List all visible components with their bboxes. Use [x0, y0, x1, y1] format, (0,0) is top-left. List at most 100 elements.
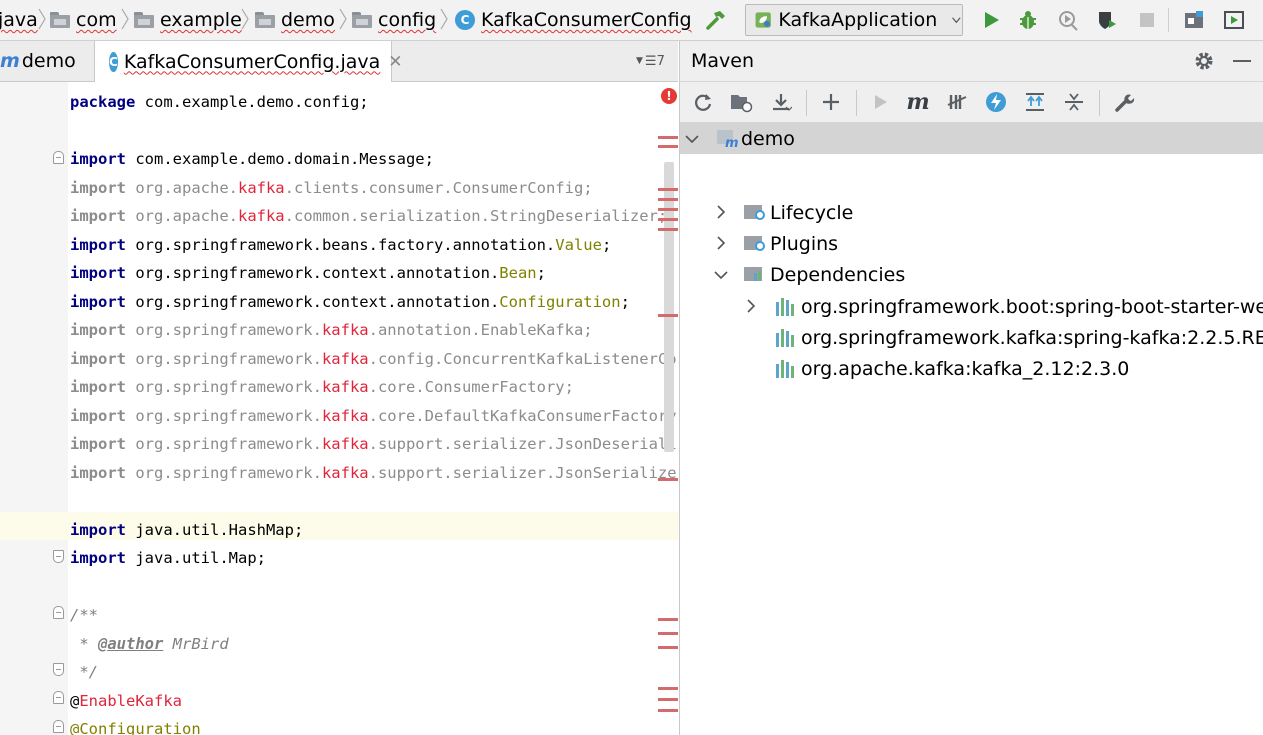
project-structure-icon	[1185, 11, 1203, 28]
module-icon: m	[0, 50, 20, 72]
code-line: import java.util.HashMap;	[70, 520, 304, 539]
fold-marker[interactable]	[53, 720, 64, 733]
tab-label: demo	[21, 50, 76, 72]
maven-title: Maven	[691, 50, 755, 72]
error-stripe-mark[interactable]	[658, 218, 678, 221]
error-indicator-icon[interactable]: !	[661, 88, 677, 104]
run-button[interactable]	[977, 6, 1005, 34]
tree-node-label: Plugins	[770, 232, 839, 255]
tree-node-dependency[interactable]: org.springframework.kafka:spring-kafka:2…	[680, 322, 1263, 353]
tree-node-dependency[interactable]: org.springframework.boot:spring-boot-sta…	[680, 291, 1263, 322]
breadcrumb-example[interactable]: example	[134, 0, 242, 40]
add-maven-project-button[interactable]	[817, 88, 845, 116]
folder-library-icon	[744, 264, 768, 286]
chevron-down-icon	[714, 271, 728, 280]
run-with-coverage-button[interactable]	[1054, 6, 1082, 34]
tree-node-dependency[interactable]: org.apache.kafka:kafka_2.12:2.3.0	[680, 353, 1263, 384]
hammer-icon	[706, 11, 725, 30]
maven-settings-button[interactable]	[1110, 88, 1138, 116]
close-icon[interactable]: ✕	[388, 52, 402, 72]
code-line: import java.util.Map;	[70, 549, 266, 567]
fold-marker[interactable]	[53, 151, 64, 164]
breadcrumb-separator-icon	[38, 8, 46, 30]
fold-marker[interactable]	[53, 606, 64, 619]
breadcrumb-separator-icon	[241, 8, 249, 30]
breadcrumb-com[interactable]: com	[50, 0, 117, 40]
tab-label: KafkaConsumerConfig.java	[123, 50, 381, 73]
tree-node-lifecycle[interactable]: Lifecycle	[680, 197, 1263, 228]
chevron-down-icon	[685, 135, 699, 144]
stop-button[interactable]	[1133, 6, 1161, 34]
offline-icon	[947, 95, 967, 109]
tab-overflow-button[interactable]: ▼ ☰ 7	[636, 41, 665, 81]
show-dependencies-button[interactable]	[1021, 88, 1049, 116]
error-stripe-mark[interactable]	[658, 198, 678, 201]
error-stripe-mark[interactable]	[658, 698, 678, 701]
tab-kafka-consumer-config[interactable]: C KafkaConsumerConfig.java ✕	[94, 41, 403, 82]
folder-gear-icon	[744, 202, 768, 224]
tree-node-demo[interactable]: m demo	[680, 123, 1263, 154]
profile-button[interactable]	[1093, 6, 1121, 34]
run-anything-button[interactable]	[1220, 6, 1248, 34]
settings-button[interactable]	[1192, 49, 1216, 73]
error-stripe-mark[interactable]	[658, 314, 678, 317]
code-line: import org.apache.kafka.clients.consumer…	[70, 178, 593, 197]
tree-node-plugins[interactable]: Plugins	[680, 228, 1263, 259]
fold-marker[interactable]	[53, 663, 64, 676]
toggle-offline-button[interactable]	[943, 88, 971, 116]
tree-node-label: org.apache.kafka:kafka_2.12:2.3.0	[801, 357, 1130, 380]
folder-icon	[50, 12, 70, 28]
breadcrumb-config[interactable]: config	[352, 0, 436, 40]
error-stripe-mark[interactable]	[658, 208, 678, 211]
maven-toolbar: m	[680, 82, 1263, 123]
code-editor[interactable]: package com.example.demo.config; import c…	[0, 82, 678, 735]
chevron-down-icon: ▼	[636, 56, 643, 66]
folder-icon	[255, 12, 275, 28]
code-line: import com.example.demo.domain.Message;	[70, 150, 434, 168]
collapse-all-button[interactable]	[1060, 88, 1088, 116]
reload-button[interactable]	[689, 88, 717, 116]
code-line: import org.springframework.kafka.annotat…	[70, 321, 593, 339]
class-icon: C	[455, 10, 475, 30]
breadcrumb-java[interactable]: java	[0, 0, 38, 40]
tree-node-label: org.springframework.kafka:spring-kafka:2…	[801, 326, 1263, 349]
error-stripe-mark[interactable]	[658, 188, 678, 191]
fold-marker[interactable]	[53, 550, 64, 563]
code-line: import org.springframework.kafka.core.De…	[70, 406, 678, 425]
download-sources-button[interactable]	[767, 88, 795, 116]
debug-button[interactable]	[1014, 6, 1042, 34]
error-stripe-mark[interactable]	[658, 136, 678, 139]
error-stripe-mark[interactable]	[658, 709, 678, 712]
error-stripe-mark[interactable]	[658, 646, 678, 649]
fold-marker[interactable]	[53, 691, 64, 704]
project-structure-button[interactable]	[1180, 6, 1208, 34]
tree-node-dependencies[interactable]: Dependencies	[680, 259, 1263, 290]
chevron-right-icon	[717, 205, 726, 219]
run-maven-build-button[interactable]	[866, 88, 894, 116]
hide-button[interactable]	[1230, 49, 1254, 73]
refresh-icon	[695, 94, 712, 111]
error-stripe-mark[interactable]	[658, 145, 678, 148]
error-stripe-mark[interactable]	[658, 687, 678, 690]
terminal-run-icon	[1224, 11, 1244, 29]
error-stripe-mark[interactable]	[658, 228, 678, 231]
skip-tests-button[interactable]	[982, 88, 1010, 116]
library-icon	[775, 328, 795, 348]
code-line: import org.springframework.context.annot…	[70, 264, 546, 282]
navigation-bar: java com example demo config C KafkaConsu…	[0, 0, 1263, 41]
error-stripe-mark[interactable]	[658, 478, 678, 481]
library-icon	[775, 297, 795, 317]
class-icon: C	[109, 51, 118, 72]
run-configuration-select[interactable]: KafkaApplication	[745, 4, 963, 36]
error-stripe-mark[interactable]	[658, 632, 678, 635]
breadcrumb-class[interactable]: C KafkaConsumerConfig	[455, 0, 692, 40]
code-line: package com.example.demo.config;	[70, 93, 369, 111]
generate-sources-button[interactable]	[727, 88, 755, 116]
code-line: import org.springframework.kafka.support…	[70, 463, 678, 482]
build-button[interactable]	[702, 6, 730, 34]
breadcrumb-demo[interactable]: demo	[255, 0, 335, 40]
error-stripe-mark[interactable]	[658, 618, 678, 621]
execute-maven-goal-button[interactable]: m	[904, 88, 932, 116]
editor-scrollbar[interactable]	[664, 162, 674, 452]
tab-demo[interactable]: m demo	[0, 41, 93, 81]
